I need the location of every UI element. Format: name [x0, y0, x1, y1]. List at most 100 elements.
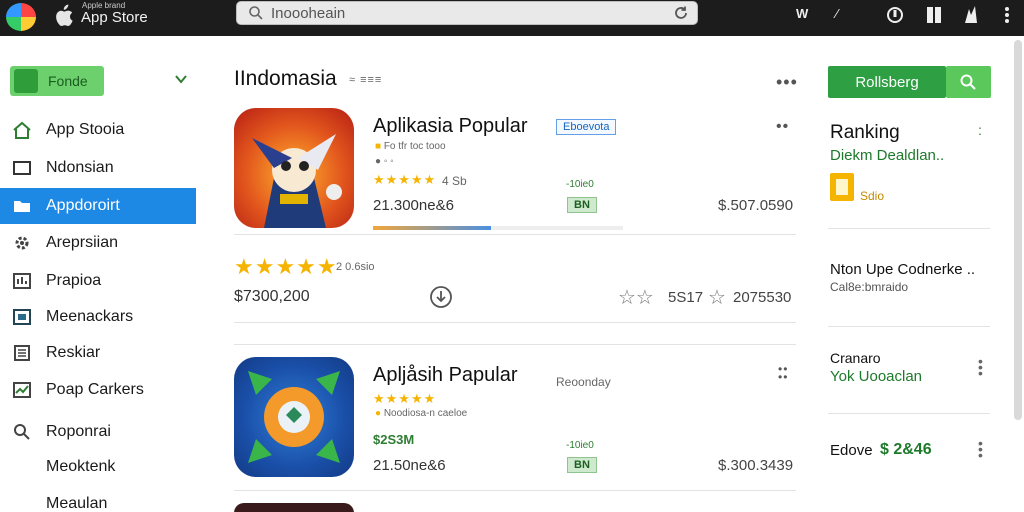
chart-icon	[13, 273, 31, 289]
sidebar-item-poap-carkers[interactable]: Poap Carkers	[0, 372, 196, 408]
window-icon	[13, 161, 31, 175]
sidebar-item-label: Appdoroirt	[46, 197, 120, 214]
ranking-more-icon[interactable]: :	[978, 122, 982, 138]
divider	[828, 326, 990, 327]
app-change: -10ie0	[566, 179, 594, 190]
app-chip[interactable]: BN	[567, 457, 597, 473]
sidebar-item-roponrai[interactable]: Roponrai	[0, 414, 196, 450]
sidebar-item-label: App Stooia	[46, 121, 125, 138]
search-input[interactable]	[271, 4, 651, 22]
sidebar-item-meoktenk[interactable]: Meoktenk	[0, 449, 196, 485]
app-more-icon[interactable]: •• ••	[778, 363, 788, 383]
divider	[234, 322, 796, 323]
sidebar-item-areprsiian[interactable]: Areprsiian	[0, 225, 196, 261]
power-icon[interactable]	[886, 6, 904, 24]
sidebar-item-app-store[interactable]: App Stooia	[0, 112, 196, 148]
empty-star-icon[interactable]: ☆	[708, 285, 726, 310]
empty-stars[interactable]: ☆☆	[618, 285, 654, 310]
app-logo-icon	[6, 3, 36, 31]
ranking-title: Ranking	[830, 122, 900, 143]
app-price: $.507.0590	[718, 197, 794, 214]
signal-icon[interactable]	[962, 5, 980, 25]
right-row-title[interactable]: Nton Upe Codnerke ..	[830, 261, 975, 278]
sidebar-item-label: Prapioa	[46, 272, 102, 289]
review-stars-label: 2 0.6sio	[336, 261, 375, 273]
download-icon[interactable]	[429, 285, 453, 309]
app-badge: Eboevota	[556, 119, 617, 135]
arrow-icon[interactable]: ⁄	[836, 6, 838, 21]
sidebar-top-button-label: Fonde	[48, 73, 88, 89]
review-amount-right: 2075530	[733, 289, 792, 306]
sidebar-item-label: Ndonsian	[46, 159, 114, 176]
app-title[interactable]: Aplikasia Popular	[373, 115, 528, 138]
search-icon	[14, 424, 30, 440]
divider	[234, 344, 796, 345]
top-bar: Apple brand App Store W ⁄	[0, 0, 1024, 36]
app-subtitle-line: ■ Fo tfr toc tooo	[375, 141, 446, 152]
review-amount: $7300,200	[234, 288, 310, 305]
brand-name: App Store	[81, 9, 148, 26]
more-horizontal-icon[interactable]: •••	[776, 72, 798, 93]
home-icon	[13, 121, 31, 139]
search-icon	[960, 74, 976, 90]
more-vertical-icon[interactable]	[1000, 6, 1014, 24]
sidebar-item-meenackars[interactable]: Meenackars	[0, 299, 196, 335]
app-icon-game[interactable]	[234, 108, 354, 228]
list-icon	[14, 345, 30, 361]
divider	[828, 413, 990, 414]
more-vertical-icon[interactable]: • • •	[978, 354, 983, 380]
sidebar: Fonde App Stooia Ndonsian Appdoroirt Are…	[0, 36, 200, 512]
right-row-subtitle: Cal8e:bmraido	[830, 280, 909, 294]
app-price-green: $2S3M	[373, 432, 415, 447]
review-stars: ★★★★★	[234, 254, 338, 279]
app-icon-compass[interactable]	[234, 357, 354, 477]
apple-logo-icon	[56, 4, 73, 27]
ranking-small: Sdio	[860, 189, 885, 203]
sidebar-item-prapioa[interactable]: Prapioa	[0, 263, 196, 299]
star-icon: ■	[375, 141, 382, 152]
app-title[interactable]: Apljåsih Papular	[373, 364, 518, 387]
search-bar[interactable]	[236, 1, 698, 25]
right-row-title[interactable]: Cranaro	[830, 350, 881, 366]
sidebar-item-label: Reskiar	[46, 344, 101, 361]
divider	[828, 228, 990, 229]
sidebar-item-label: Meaulan	[46, 495, 108, 512]
right-panel-search-button[interactable]	[946, 66, 991, 98]
page-title-suffix: ≈ ≡≡≡	[349, 74, 383, 86]
star-icon: ●	[375, 408, 382, 419]
ranking-subtitle[interactable]: Diekm Dealdlan..	[830, 147, 944, 164]
sidebar-top-button[interactable]: Fonde	[10, 66, 104, 96]
app-price: $.300.3439	[718, 457, 794, 474]
app-more-icon[interactable]: ••	[776, 118, 789, 136]
sidebar-item-meaulan[interactable]: Meaulan	[0, 486, 196, 512]
app-downloads: 21.300ne&6	[373, 197, 454, 214]
sidebar-item-reskiar[interactable]: Reskiar	[0, 335, 196, 371]
wifi-label: W	[796, 6, 809, 21]
scrollbar[interactable]	[1014, 40, 1022, 420]
gear-icon	[15, 236, 29, 250]
app-rating-text: 4 Sb	[442, 174, 467, 188]
sidebar-item-label: Meenackars	[46, 308, 134, 325]
right-panel-button[interactable]: Rollsberg	[828, 66, 946, 98]
app-change: -10ie0	[566, 440, 594, 451]
book-icon[interactable]	[926, 6, 942, 24]
divider	[234, 234, 796, 235]
app-downloads: 21.50ne&6	[373, 457, 446, 474]
app-meta-line: ● ◦ ◦	[375, 156, 394, 167]
page-title: IIndomasia	[234, 67, 337, 90]
sidebar-item-appdoroirt[interactable]: Appdoroirt	[0, 188, 196, 224]
app-rating-stars: ★★★★★	[373, 391, 437, 406]
chevron-down-icon[interactable]	[174, 72, 188, 86]
image-icon	[13, 309, 31, 325]
sidebar-item-ndonsian[interactable]: Ndonsian	[0, 150, 196, 186]
more-vertical-icon[interactable]: • • •	[978, 436, 983, 462]
app-chip[interactable]: BN	[567, 197, 597, 213]
app-subtitle: Fo tfr toc tooo	[383, 141, 446, 152]
app-badge: Reoonday	[556, 375, 611, 389]
sidebar-item-label: Meoktenk	[46, 458, 116, 475]
app-icon-partial[interactable]	[234, 503, 354, 512]
compass-arrows-icon	[248, 371, 340, 463]
ranking-tag-icon	[830, 173, 854, 201]
progress-fill	[373, 226, 491, 230]
refresh-icon[interactable]	[673, 5, 689, 21]
